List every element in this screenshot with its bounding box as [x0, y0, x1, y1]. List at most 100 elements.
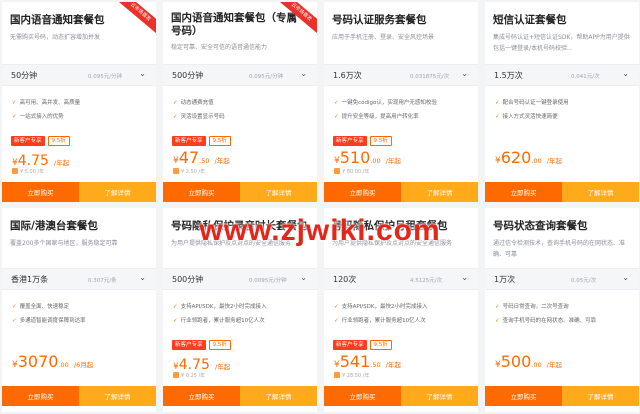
feature-item: ✓ 动态通费充值: [173, 100, 214, 106]
learn-more-button[interactable]: 了解详情: [240, 182, 317, 202]
spec-select[interactable]: 500分钟 0.0095元/分钟 ⌄: [163, 268, 317, 290]
chevron-down-icon: ⌄: [139, 273, 146, 282]
chevron-down-icon: ⌄: [622, 69, 629, 78]
buy-now-button[interactable]: 立即购买: [2, 182, 79, 202]
check-icon: ✓: [173, 304, 178, 310]
coupon-icon: [12, 168, 18, 174]
check-icon: ✓: [173, 114, 178, 120]
buy-now-button[interactable]: 立即购买: [485, 182, 562, 202]
card-description: 稳定可靠、安全可信的语音通信能力: [171, 44, 268, 51]
spec-unit-price: 0.095元/分钟: [88, 74, 123, 80]
action-buttons: 立即购买 了解详情: [2, 386, 156, 406]
learn-more-button[interactable]: 了解详情: [79, 182, 156, 202]
spec-select[interactable]: 50分钟 0.095元/分钟 ⌄: [2, 64, 156, 86]
check-icon: ✓: [334, 318, 339, 324]
card-description: 无需购买号码，动态扩容增加并发: [10, 34, 101, 41]
buy-now-button[interactable]: 立即购买: [2, 386, 79, 406]
action-buttons: 立即购买 了解详情: [485, 386, 639, 406]
learn-more-button[interactable]: 了解详情: [401, 386, 478, 406]
feature-item: ✓ 接入方式灵活快速简便: [495, 114, 558, 120]
card-title: 国内语音通知套餐包: [10, 14, 105, 26]
new-customer-tag: 新客户专享: [172, 340, 206, 350]
action-buttons: 立即购买 了解详情: [163, 386, 317, 406]
price: ¥541.50 /年起: [334, 352, 401, 371]
promo-tags: 新客户专享 9.5折: [172, 136, 231, 146]
buy-now-button[interactable]: 立即购买: [163, 386, 240, 406]
new-customer-tag: 新客户专享: [11, 136, 45, 146]
spec-unit-price: 0.095元/分钟: [249, 74, 284, 80]
buy-now-button[interactable]: 立即购买: [324, 386, 401, 406]
spec-select[interactable]: 1.5万次 0.041元/次 ⌄: [485, 64, 639, 86]
product-card: 国内语音通知套餐包（专属号码） 云市场首发 稳定可靠、安全可信的语音通信能力 5…: [163, 2, 317, 202]
action-buttons: 立即购买 了解详情: [324, 386, 478, 406]
card-description: 集成号码认证+短信认证SDK，帮助APP为用户提供包括一键登录/本机号码校验..…: [493, 34, 630, 52]
coupon-icon: [334, 168, 340, 174]
feature-item: ✓ 覆盖全面、快速稳定: [12, 304, 70, 310]
product-card: 短信认证套餐包 集成号码认证+短信认证SDK，帮助APP为用户提供包括一键登录/…: [485, 2, 639, 202]
feature-item: ✓ 高可用、高并发、高质量: [12, 100, 81, 106]
spec-value: 500分钟: [172, 71, 204, 80]
chevron-down-icon: ⌄: [461, 273, 468, 282]
original-price: ¥ 2.50 /年: [173, 168, 205, 175]
price: ¥620.00 /年起: [495, 148, 562, 167]
learn-more-button[interactable]: 了解详情: [240, 386, 317, 406]
feature-item: ✓ 提升安全等级，提高用户转化率: [334, 114, 419, 120]
feature-item: ✓ 支持API/SDK，最快2小时完成接入: [173, 304, 267, 310]
promo-tags: 新客户专享 9.5折: [333, 340, 392, 350]
spec-value: 香港1万条: [11, 275, 49, 284]
new-customer-tag: 新客户专享: [333, 136, 367, 146]
price: ¥500.00 /年起: [495, 352, 562, 371]
spec-select[interactable]: 1万次 0.05元/次 ⌄: [485, 268, 639, 290]
spec-value: 50分钟: [11, 71, 38, 80]
check-icon: ✓: [334, 114, 339, 120]
promo-tags: 新客户专享 9.5折: [172, 340, 231, 350]
feature-item: ✓ 配合号码认证一键登录使用: [495, 100, 569, 106]
coupon-icon: [334, 372, 340, 378]
action-buttons: 立即购买 了解详情: [324, 182, 478, 202]
chevron-down-icon: ⌄: [461, 69, 468, 78]
promo-tags: 新客户专享 9.5折: [11, 136, 70, 146]
original-price: ¥ 28.50 /年: [334, 372, 369, 379]
card-title: 号码认证服务套餐包: [332, 14, 427, 26]
spec-unit-price: 0.041元/次: [571, 74, 600, 80]
buy-now-button[interactable]: 立即购买: [163, 182, 240, 202]
feature-item: ✓ 一键免código认，实现用户无感知校验: [334, 100, 437, 106]
feature-item: ✓ 一站式接入的优势: [12, 114, 64, 120]
product-grid: 国内语音通知套餐包 云市场首发 无需购买号码，动态扩容增加并发 50分钟 0.0…: [0, 0, 640, 414]
learn-more-button[interactable]: 了解详情: [79, 386, 156, 406]
spec-value: 1万次: [494, 275, 516, 284]
feature-item: ✓ 号码日常查询，二次号查询: [495, 304, 569, 310]
spec-value: 1.5万次: [494, 71, 523, 80]
feature-item: ✓ 灵活设置显示号码: [173, 114, 225, 120]
discount-tag: 9.5折: [208, 136, 231, 146]
spec-select[interactable]: 120次 4.5125元/次 ⌄: [324, 268, 478, 290]
learn-more-button[interactable]: 了解详情: [401, 182, 478, 202]
original-price: ¥ 80.00 /年: [334, 168, 369, 175]
check-icon: ✓: [495, 114, 500, 120]
spec-select[interactable]: 500分钟 0.095元/分钟 ⌄: [163, 64, 317, 86]
check-icon: ✓: [495, 100, 500, 106]
check-icon: ✓: [173, 100, 178, 106]
check-icon: ✓: [12, 304, 17, 310]
discount-tag: 9.5折: [369, 136, 392, 146]
spec-unit-price: 4.5125元/次: [410, 278, 443, 284]
buy-now-button[interactable]: 立即购买: [485, 386, 562, 406]
card-title: 国内语音通知套餐包（专属号码）: [171, 12, 297, 37]
price: ¥4.75 /年起: [12, 153, 70, 169]
launch-ribbon: 云市场首发: [113, 2, 156, 36]
spec-select[interactable]: 香港1万条 0.307元/条 ⌄: [2, 268, 156, 290]
original-price: ¥ 5.00 /年: [12, 168, 44, 175]
chevron-down-icon: ⌄: [300, 69, 307, 78]
spec-value: 1.6万次: [333, 71, 362, 80]
product-card: 国内语音通知套餐包 云市场首发 无需购买号码，动态扩容增加并发 50分钟 0.0…: [2, 2, 156, 202]
promo-tags: 新客户专享 9.5折: [333, 136, 392, 146]
discount-tag: 9.5折: [208, 340, 231, 350]
product-card: 号码认证服务套餐包 应用于手机注册、登录、安全风控场景 1.6万次 0.0318…: [324, 2, 478, 202]
check-icon: ✓: [334, 100, 339, 106]
spec-select[interactable]: 1.6万次 0.031875元/次 ⌄: [324, 64, 478, 86]
learn-more-button[interactable]: 了解详情: [562, 386, 639, 406]
learn-more-button[interactable]: 了解详情: [562, 182, 639, 202]
card-title: 短信认证套餐包: [493, 14, 567, 26]
spec-unit-price: 0.0095元/分钟: [249, 278, 287, 284]
buy-now-button[interactable]: 立即购买: [324, 182, 401, 202]
